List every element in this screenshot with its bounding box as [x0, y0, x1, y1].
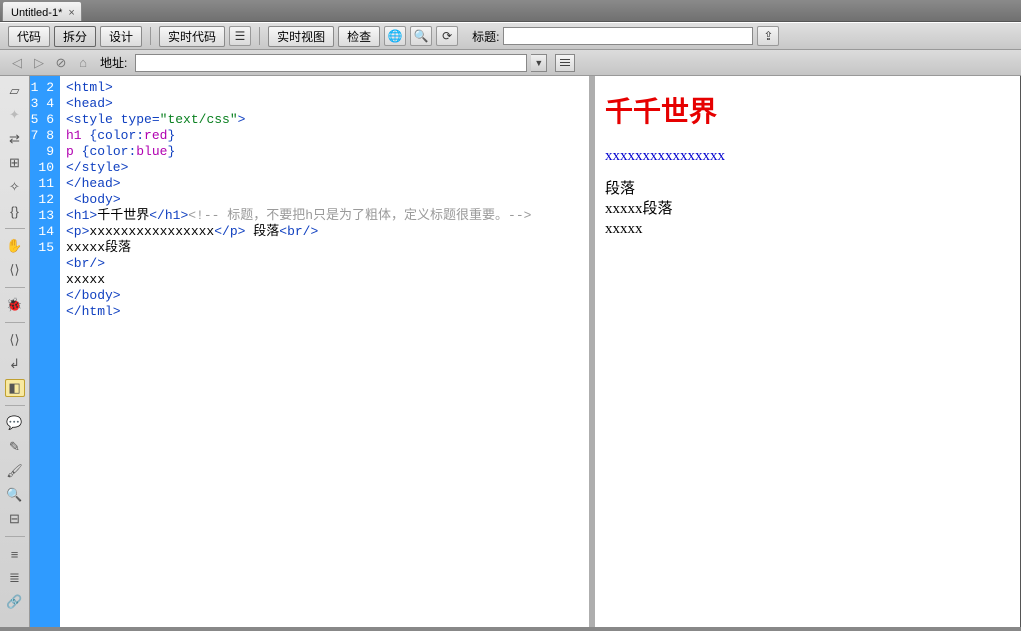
- inspect-button[interactable]: 检查: [338, 26, 380, 47]
- toolbar-separator: [259, 27, 260, 45]
- indent-right-icon[interactable]: ≣: [5, 569, 25, 587]
- find-icon[interactable]: 🔍: [5, 486, 25, 504]
- code-editor[interactable]: <html> <head> <style type="text/css"> h1…: [60, 76, 589, 627]
- refresh-icon[interactable]: ⟳: [436, 26, 458, 46]
- document-tab-bar: Untitled-1* ×: [0, 0, 1021, 22]
- palette-separator: [5, 322, 25, 323]
- code-nav-icon[interactable]: ⟨⟩: [5, 331, 25, 349]
- workspace: ▱ ✦ ⇄ ⊞ ✧ {} ✋ ⟨⟩ 🐞 ⟨⟩ ↲ ◧ 💬 ✎ 🖌 🔍 ⊟ ≡ ≣…: [0, 76, 1021, 627]
- star-icon[interactable]: ✧: [5, 178, 25, 196]
- preview-text-line: xxxxx: [605, 219, 1010, 239]
- brush-icon[interactable]: 🖌: [5, 462, 25, 480]
- comment-icon[interactable]: 💬: [5, 414, 25, 432]
- bottom-border: [0, 627, 1021, 631]
- hand-icon[interactable]: ✋: [5, 237, 25, 255]
- home-icon[interactable]: ⌂: [74, 54, 92, 72]
- main-toolbar: 代码 拆分 设计 实时代码 ☰ 实时视图 检查 🌐 🔍 ⟳ 标题: ⇪: [0, 22, 1021, 50]
- left-palette: ▱ ✦ ⇄ ⊞ ✧ {} ✋ ⟨⟩ 🐞 ⟨⟩ ↲ ◧ 💬 ✎ 🖌 🔍 ⊟ ≡ ≣…: [0, 76, 30, 627]
- close-icon[interactable]: ×: [68, 7, 74, 19]
- address-dropdown-icon[interactable]: ▼: [531, 54, 547, 72]
- code-pane: 1 2 3 4 5 6 7 8 9 10 11 12 13 14 15 <htm…: [30, 76, 595, 627]
- palette-separator: [5, 228, 25, 229]
- wand-icon[interactable]: ✦: [5, 106, 25, 124]
- highlight-icon[interactable]: ◧: [5, 379, 25, 397]
- preview-text-line: 段落: [605, 179, 1010, 199]
- bug-icon[interactable]: 🐞: [5, 296, 25, 314]
- code-view-button[interactable]: 代码: [8, 26, 50, 47]
- swap-icon[interactable]: ⇄: [5, 130, 25, 148]
- live-code-options-icon[interactable]: ☰: [229, 26, 251, 46]
- palette-separator: [5, 405, 25, 406]
- split-view-button[interactable]: 拆分: [54, 26, 96, 47]
- ruler-icon[interactable]: ⊟: [5, 510, 25, 528]
- address-label: 地址:: [100, 54, 127, 71]
- preview-heading: 千千世界: [605, 90, 1010, 130]
- new-document-icon[interactable]: ▱: [5, 82, 25, 100]
- palette-separator: [5, 287, 25, 288]
- address-input[interactable]: [135, 54, 527, 72]
- link-icon[interactable]: 🔗: [5, 593, 25, 611]
- preview-text-line: xxxxx段落: [605, 199, 1010, 219]
- grid-icon[interactable]: ⊞: [5, 154, 25, 172]
- toolbar-separator: [150, 27, 151, 45]
- tag-icon[interactable]: ⟨⟩: [5, 261, 25, 279]
- globe-icon[interactable]: 🌐: [384, 26, 406, 46]
- back-icon[interactable]: ◁: [8, 54, 26, 72]
- live-view-button[interactable]: 实时视图: [268, 26, 334, 47]
- comment-edit-icon[interactable]: ✎: [5, 438, 25, 456]
- live-code-button[interactable]: 实时代码: [159, 26, 225, 47]
- document-tab[interactable]: Untitled-1* ×: [2, 1, 82, 21]
- preview-paragraph: xxxxxxxxxxxxxxxx: [605, 148, 1010, 165]
- forward-icon[interactable]: ▷: [30, 54, 48, 72]
- line-number-gutter: 1 2 3 4 5 6 7 8 9 10 11 12 13 14 15: [30, 76, 60, 627]
- indent-left-icon[interactable]: ≡: [5, 545, 25, 563]
- document-tab-title: Untitled-1*: [11, 7, 62, 19]
- palette-separator: [5, 536, 25, 537]
- wrap-icon[interactable]: ↲: [5, 355, 25, 373]
- title-label: 标题:: [472, 28, 499, 45]
- list-icon[interactable]: [555, 54, 575, 72]
- upload-icon[interactable]: ⇪: [757, 26, 779, 46]
- preview-pane: 千千世界 xxxxxxxxxxxxxxxx 段落 xxxxx段落 xxxxx: [595, 76, 1020, 627]
- title-input[interactable]: [503, 27, 753, 45]
- preview-options-icon[interactable]: 🔍: [410, 26, 432, 46]
- braces-icon[interactable]: {}: [5, 202, 25, 220]
- stop-icon[interactable]: ⊘: [52, 54, 70, 72]
- address-toolbar: ◁ ▷ ⊘ ⌂ 地址: ▼: [0, 50, 1021, 76]
- design-view-button[interactable]: 设计: [100, 26, 142, 47]
